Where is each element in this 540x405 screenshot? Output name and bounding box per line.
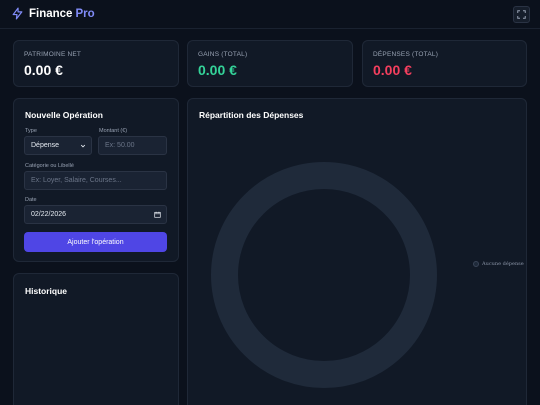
stat-label: GAINS (TOTAL)	[198, 51, 248, 58]
date-value: 02/22/2026	[31, 211, 67, 218]
date-input[interactable]: 02/22/2026	[24, 205, 167, 224]
type-label: Type	[25, 128, 37, 134]
brand[interactable]: Finance Pro	[11, 7, 95, 20]
form-title: Nouvelle Opération	[25, 110, 103, 120]
stat-card-net-worth: PATRIMOINE NET 0.00 €	[13, 40, 179, 87]
chart-legend[interactable]: Aucune dépense	[473, 261, 524, 267]
amount-label: Montant (€)	[99, 128, 128, 134]
add-operation-button[interactable]: Ajouter l'opération	[24, 232, 167, 252]
amount-placeholder: Ex: 50.00	[105, 142, 135, 149]
expenses-chart-card: Répartition des Dépenses Aucune dépense	[187, 98, 527, 405]
brand-suffix: Pro	[75, 7, 95, 20]
calendar-icon[interactable]	[154, 211, 161, 218]
donut-chart	[211, 162, 437, 388]
type-select-value: Dépense	[31, 142, 60, 149]
top-bar: Finance Pro	[0, 0, 540, 29]
legend-label: Aucune dépense	[482, 261, 524, 267]
chevron-down-icon	[80, 144, 86, 148]
history-title: Historique	[25, 286, 68, 296]
category-placeholder: Ex: Loyer, Salaire, Courses...	[31, 177, 122, 184]
stat-card-expenses: DÉPENSES (TOTAL) 0.00 €	[362, 40, 527, 87]
stat-label: PATRIMOINE NET	[24, 51, 82, 58]
new-operation-card: Nouvelle Opération Type Dépense Montant …	[13, 98, 179, 262]
lightning-icon	[12, 7, 23, 20]
stat-value: 0.00 €	[24, 62, 63, 78]
date-label: Date	[25, 197, 37, 203]
brand-title: Finance Pro	[29, 7, 95, 20]
donut-slice-0[interactable]	[211, 162, 437, 388]
amount-input[interactable]: Ex: 50.00	[98, 136, 167, 155]
expand-icon	[517, 10, 526, 19]
fullscreen-button[interactable]	[513, 6, 530, 23]
stat-value: 0.00 €	[373, 62, 412, 78]
history-card: Historique	[13, 273, 179, 405]
stat-value: 0.00 €	[198, 62, 237, 78]
category-input[interactable]: Ex: Loyer, Salaire, Courses...	[24, 171, 167, 190]
stat-card-income: GAINS (TOTAL) 0.00 €	[187, 40, 353, 87]
category-label: Catégorie ou Libellé	[25, 163, 74, 169]
stat-label: DÉPENSES (TOTAL)	[373, 51, 439, 58]
legend-swatch	[473, 261, 479, 267]
type-select[interactable]: Dépense	[24, 136, 92, 155]
